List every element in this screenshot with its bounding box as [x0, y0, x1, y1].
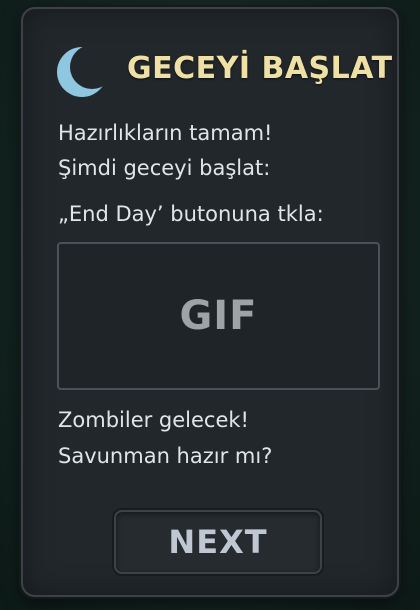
instruction-line-2: Şimdi geceyi başlat:: [58, 156, 271, 180]
gif-placeholder: GIF: [57, 242, 380, 390]
panel-title: GECEYİ BAŞLAT: [127, 51, 393, 86]
tutorial-panel: GECEYİ BAŞLAT Hazırlıkların tamam! Şimdi…: [21, 7, 399, 597]
warning-line-1: Zombiler gelecek!: [58, 408, 249, 432]
warning-line-2: Savunman hazır mı?: [58, 444, 273, 468]
gif-placeholder-label: GIF: [179, 293, 258, 339]
next-button[interactable]: NEXT: [114, 510, 322, 574]
crescent-moon-icon: [57, 47, 107, 97]
instruction-line-1: Hazırlıkların tamam!: [58, 121, 273, 145]
next-button-label: NEXT: [168, 523, 268, 561]
panel-header: GECEYİ BAŞLAT: [53, 37, 392, 105]
instruction-line-3: „End Day’ butonuna tkla:: [58, 202, 324, 226]
